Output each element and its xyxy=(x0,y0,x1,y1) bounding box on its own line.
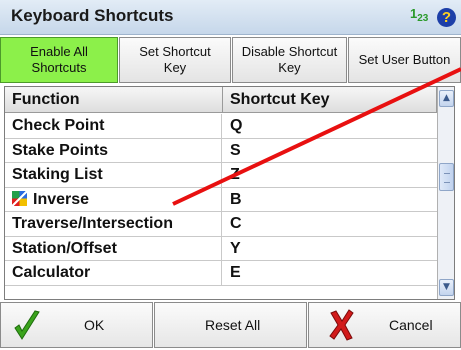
table-row[interactable]: Stake Points S xyxy=(5,138,437,163)
input-mode-indicator[interactable]: 123 xyxy=(410,6,429,24)
table-row[interactable]: Station/Offset Y xyxy=(5,236,437,261)
function-cell: Station/Offset xyxy=(5,236,222,261)
shortcut-key-cell: B xyxy=(230,190,242,208)
column-header-function[interactable]: Function xyxy=(5,87,223,113)
table-row[interactable]: Inverse B xyxy=(5,187,437,212)
mode-indicator-sub-b: 3 xyxy=(422,13,429,24)
toolbar: Enable All Shortcuts Set Shortcut Key Di… xyxy=(0,35,461,85)
column-header-shortcut-key[interactable]: Shortcut Key xyxy=(223,87,437,113)
shortcut-key-cell: E xyxy=(230,264,241,281)
shortcut-key-cell: C xyxy=(230,215,242,232)
help-icon[interactable]: ? xyxy=(437,8,456,27)
mode-indicator-sub-a: 2 xyxy=(417,13,423,24)
x-icon xyxy=(329,309,354,341)
table-body: Check Point Q Stake Points S Staking Lis… xyxy=(5,114,437,286)
shortcut-table: Function Shortcut Key Check Point Q Stak… xyxy=(4,86,455,300)
shortcut-key-cell: S xyxy=(230,141,241,159)
table-row[interactable]: Traverse/Intersection C xyxy=(5,212,437,237)
shortcut-key-cell: Q xyxy=(230,117,243,134)
keyboard-shortcuts-window: Keyboard Shortcuts 123 ? Enable All Shor… xyxy=(0,0,461,350)
function-cell: Inverse xyxy=(5,187,222,212)
cancel-label: Cancel xyxy=(389,317,433,333)
window-title: Keyboard Shortcuts xyxy=(11,6,174,25)
reset-all-label: Reset All xyxy=(205,317,261,333)
scroll-up-icon[interactable]: ▲ xyxy=(439,90,454,107)
function-cell: Staking List xyxy=(5,163,222,187)
ok-button[interactable]: OK xyxy=(0,302,153,348)
disable-shortcut-key-button[interactable]: Disable Shortcut Key xyxy=(232,37,347,83)
table-row[interactable]: Calculator E xyxy=(5,261,437,286)
title-bar: Keyboard Shortcuts 123 ? xyxy=(0,0,461,35)
reset-all-button[interactable]: Reset All xyxy=(154,302,307,348)
ok-label: OK xyxy=(84,317,105,333)
function-cell: Calculator xyxy=(5,261,222,285)
inverse-icon xyxy=(12,190,27,206)
function-cell: Stake Points xyxy=(5,138,222,163)
shortcut-key-cell: Y xyxy=(230,239,241,257)
enable-all-shortcuts-button[interactable]: Enable All Shortcuts xyxy=(0,37,118,83)
function-label: Inverse xyxy=(33,190,90,208)
set-shortcut-key-button[interactable]: Set Shortcut Key xyxy=(119,37,231,83)
vertical-scrollbar[interactable]: ▲ ▼ xyxy=(437,87,454,299)
scrollbar-thumb[interactable] xyxy=(439,163,454,191)
table-row[interactable]: Staking List Z xyxy=(5,163,437,188)
scroll-down-icon[interactable]: ▼ xyxy=(439,279,454,296)
check-icon xyxy=(14,310,40,340)
bottom-button-bar: OK Reset All Cancel xyxy=(0,302,461,350)
function-cell: Check Point xyxy=(5,114,222,138)
table-row[interactable]: Check Point Q xyxy=(5,114,437,139)
function-cell: Traverse/Intersection xyxy=(5,212,222,236)
